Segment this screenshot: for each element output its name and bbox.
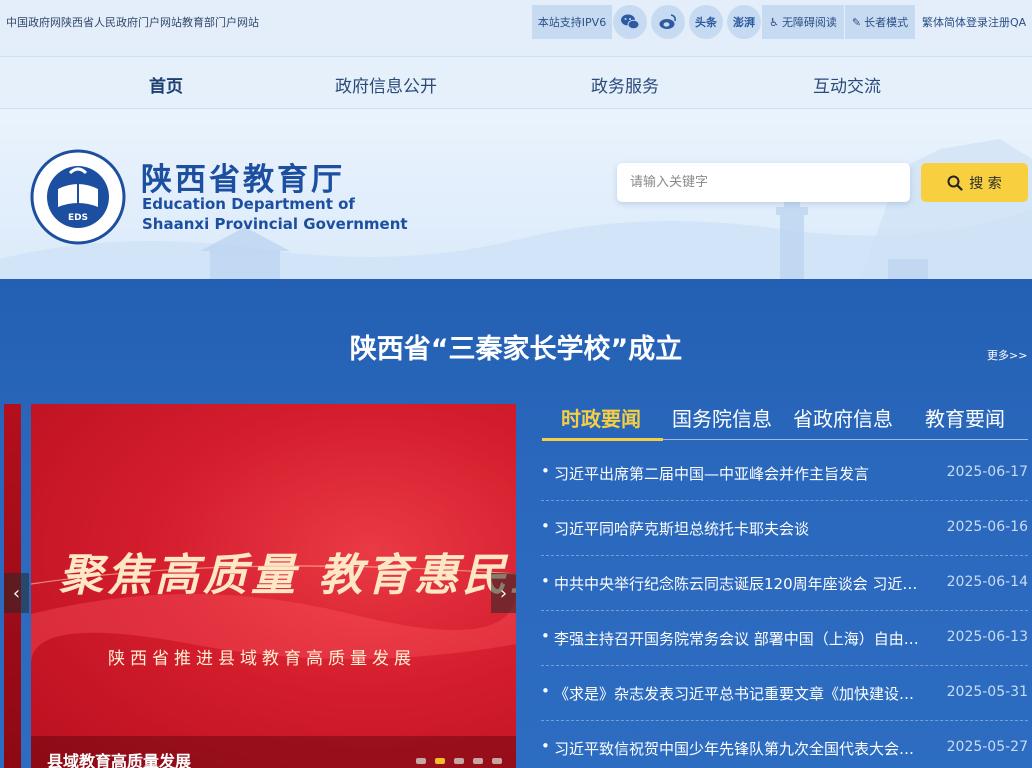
login-link[interactable]: 登录 xyxy=(966,16,988,29)
tab-active-underline xyxy=(542,438,663,441)
news-item[interactable]: • 《求是》杂志发表习近平总书记重要文章《加快建设… 2025-05-31 xyxy=(541,666,1028,721)
news-title[interactable]: 习近平出席第二届中国—中亚峰会并作主旨发言 xyxy=(554,463,939,484)
nav-gov-service[interactable]: 政务服务 xyxy=(591,72,659,97)
slider-dots xyxy=(416,758,502,764)
search-icon xyxy=(947,175,963,191)
news-date: 2025-05-31 xyxy=(946,684,1028,700)
link-shaanxi-gov[interactable]: 陕西省人民政府门户网站 xyxy=(61,16,182,29)
slider-dot-4[interactable] xyxy=(473,758,483,764)
news-item[interactable]: • 中共中央举行纪念陈云同志诞辰120周年座谈会 习近… 2025-06-14 xyxy=(541,556,1028,611)
tab-current-affairs[interactable]: 时政要闻 xyxy=(561,403,641,432)
news-date: 2025-06-16 xyxy=(946,519,1028,535)
slider-next-button[interactable]: › xyxy=(491,573,516,613)
traditional-link[interactable]: 繁体 xyxy=(922,16,944,29)
top-links: 中国政府网陕西省人民政府门户网站教育部门户网站 xyxy=(6,14,259,30)
bullet-icon: • xyxy=(541,572,550,590)
pengpai-button[interactable]: 澎湃 xyxy=(727,5,761,39)
top-utility-bar: 中国政府网陕西省人民政府门户网站教育部门户网站 本站支持IPV6 头条 澎湃 ♿… xyxy=(0,0,1032,57)
image-slider[interactable]: 聚焦高质量 教育惠民生 陕西省推进县域教育高质量发展 县域教育高质量发展 xyxy=(31,404,516,768)
news-date: 2025-06-13 xyxy=(946,629,1028,645)
search-button[interactable]: 搜 索 xyxy=(921,163,1028,202)
news-item[interactable]: • 习近平致信祝贺中国少年先锋队第九次全国代表大会… 2025-05-27 xyxy=(541,721,1028,768)
register-link[interactable]: 注册 xyxy=(988,16,1010,29)
logo-title-en-line2: Shaanxi Provincial Government xyxy=(142,215,408,233)
logo-title-cn: 陕西省教育厅 xyxy=(141,162,345,198)
svg-text:EDS: EDS xyxy=(68,213,88,223)
chevron-left-icon: ‹ xyxy=(12,582,21,604)
more-link[interactable]: 更多>> xyxy=(987,347,1027,363)
slider-prev-button[interactable]: ‹ xyxy=(4,573,29,613)
bullet-icon: • xyxy=(541,682,550,700)
accessibility-icon: ♿ xyxy=(769,15,779,29)
news-title[interactable]: 习近平致信祝贺中国少年先锋队第九次全国代表大会… xyxy=(554,738,939,759)
news-date: 2025-06-14 xyxy=(946,574,1028,590)
ipv6-badge: 本站支持IPV6 xyxy=(532,5,612,39)
main-section: 陕西省“三秦家长学校”成立 更多>> 聚焦高质量 教育惠民生 陕西省推进县域教育… xyxy=(0,279,1032,768)
logo-title-en-line1: Education Department of xyxy=(142,195,355,213)
toutiao-button[interactable]: 头条 xyxy=(689,5,723,39)
search-input[interactable] xyxy=(617,163,910,202)
bullet-icon: • xyxy=(541,517,550,535)
news-title[interactable]: 李强主持召开国务院常务会议 部署中国（上海）自由… xyxy=(554,628,939,649)
news-item[interactable]: • 习近平出席第二届中国—中亚峰会并作主旨发言 2025-06-17 xyxy=(541,446,1028,501)
search-button-label: 搜 索 xyxy=(969,175,1002,192)
news-date: 2025-05-27 xyxy=(946,739,1028,755)
elder-icon: ✎ xyxy=(851,15,862,29)
tab-state-council[interactable]: 国务院信息 xyxy=(672,403,772,432)
slide-calligraphy-text: 聚焦高质量 教育惠民生 xyxy=(59,550,516,601)
slider-dot-1[interactable] xyxy=(416,758,426,764)
main-nav: 首页 政府信息公开 政务服务 互动交流 xyxy=(0,57,1032,109)
wechat-button[interactable] xyxy=(613,5,647,39)
weibo-button[interactable] xyxy=(651,5,685,39)
slide-subtitle: 陕西省推进县域教育高质量发展 xyxy=(108,649,416,669)
qa-link[interactable]: QA xyxy=(1010,16,1026,29)
news-item[interactable]: • 习近平同哈萨克斯坦总统托卡耶夫会谈 2025-06-16 xyxy=(541,501,1028,556)
slide-caption[interactable]: 县域教育高质量发展 xyxy=(47,748,191,768)
slider-dot-2[interactable] xyxy=(435,758,445,764)
header-banner: EDS 陕西省教育厅 Education Department of Shaan… xyxy=(0,109,1032,279)
toutiao-label: 头条 xyxy=(695,16,717,29)
logo-emblem: EDS xyxy=(30,149,126,245)
news-title[interactable]: 《求是》杂志发表习近平总书记重要文章《加快建设… xyxy=(554,683,939,704)
bullet-icon: • xyxy=(541,737,550,755)
elder-mode-button[interactable]: ✎ 长者模式 xyxy=(845,5,915,39)
news-date: 2025-06-17 xyxy=(946,464,1028,480)
chevron-right-icon: › xyxy=(499,582,508,604)
weibo-icon xyxy=(659,14,676,29)
link-gov-cn[interactable]: 中国政府网 xyxy=(6,16,61,29)
nav-interaction[interactable]: 互动交流 xyxy=(813,72,881,97)
pengpai-label: 澎湃 xyxy=(733,16,755,29)
news-item[interactable]: • 李强主持召开国务院常务会议 部署中国（上海）自由… 2025-06-13 xyxy=(541,611,1028,666)
link-moe[interactable]: 教育部门户网站 xyxy=(182,16,259,29)
headline-title[interactable]: 陕西省“三秦家长学校”成立 xyxy=(0,327,1032,366)
simplified-link[interactable]: 简体 xyxy=(944,16,966,29)
slider-dot-5[interactable] xyxy=(492,758,502,764)
tab-provincial-gov[interactable]: 省政府信息 xyxy=(793,403,893,432)
slider-dot-3[interactable] xyxy=(454,758,464,764)
lang-links: 繁体简体登录注册QA xyxy=(922,14,1026,30)
wechat-icon xyxy=(621,14,640,30)
news-title[interactable]: 习近平同哈萨克斯坦总统托卡耶夫会谈 xyxy=(554,518,939,539)
nav-home[interactable]: 首页 xyxy=(149,72,183,97)
bullet-icon: • xyxy=(541,627,550,645)
tab-education-news[interactable]: 教育要闻 xyxy=(925,403,1005,432)
bullet-icon: • xyxy=(541,462,550,480)
news-title[interactable]: 中共中央举行纪念陈云同志诞辰120周年座谈会 习近… xyxy=(554,573,939,594)
nav-gov-info[interactable]: 政府信息公开 xyxy=(335,72,437,97)
accessibility-button[interactable]: ♿ 无障碍阅读 xyxy=(762,5,844,39)
